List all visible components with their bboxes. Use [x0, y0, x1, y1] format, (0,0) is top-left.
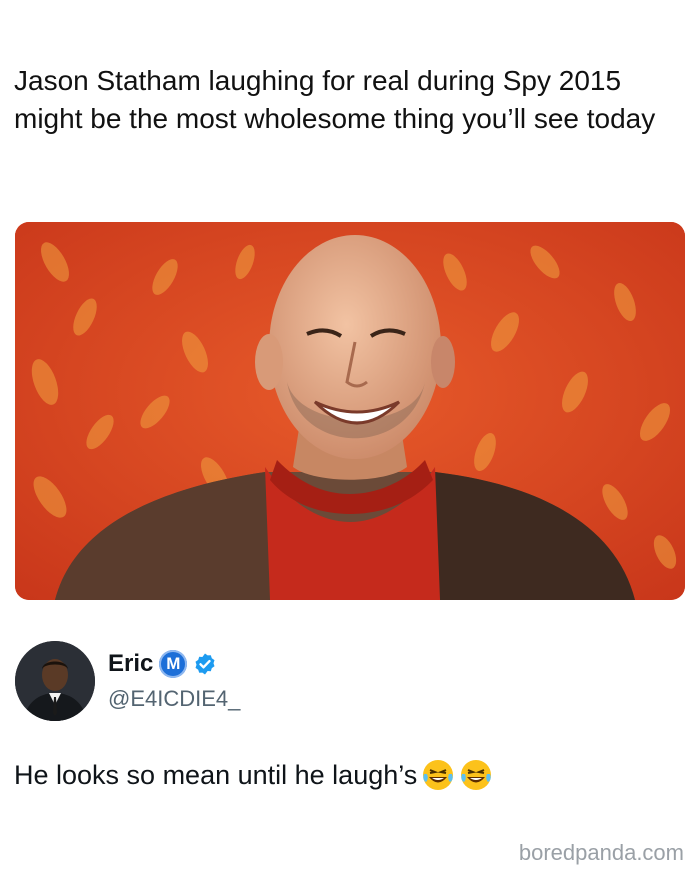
profile-photo — [15, 641, 95, 721]
m-badge-icon: M — [159, 650, 188, 678]
author-block: Eric M @E4ICDIE4_ — [15, 641, 685, 721]
post-photo[interactable] — [15, 222, 685, 600]
post-text: He looks so mean until he laugh’s — [14, 759, 418, 790]
post-caption: Jason Statham laughing for real during S… — [14, 65, 656, 134]
verified-badge-icon — [195, 653, 215, 675]
smiling-man-photo — [15, 222, 685, 600]
avatar[interactable] — [15, 641, 95, 721]
laughing-tears-emoji-icon — [461, 760, 492, 790]
post-text-row: He looks so mean until he laugh’s — [14, 758, 493, 792]
laughing-tears-emoji-icon — [423, 760, 454, 790]
display-name[interactable]: Eric — [108, 650, 153, 678]
author-handle[interactable]: @E4ICDIE4_ — [108, 686, 240, 712]
name-row: Eric M — [108, 649, 217, 679]
watermark: boredpanda.com — [518, 840, 684, 865]
